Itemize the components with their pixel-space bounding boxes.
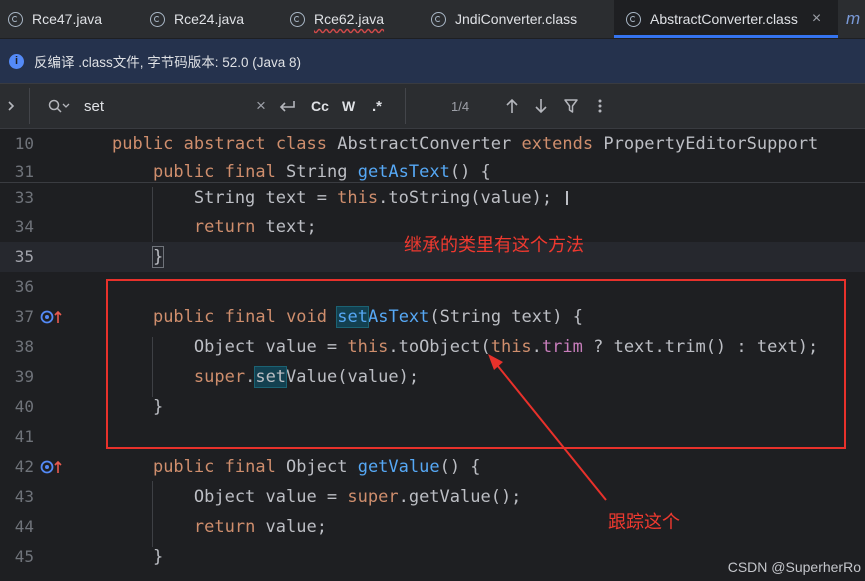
watermark: CSDN @SuperherRo: [727, 559, 861, 575]
annotation-arrow: [488, 354, 607, 501]
